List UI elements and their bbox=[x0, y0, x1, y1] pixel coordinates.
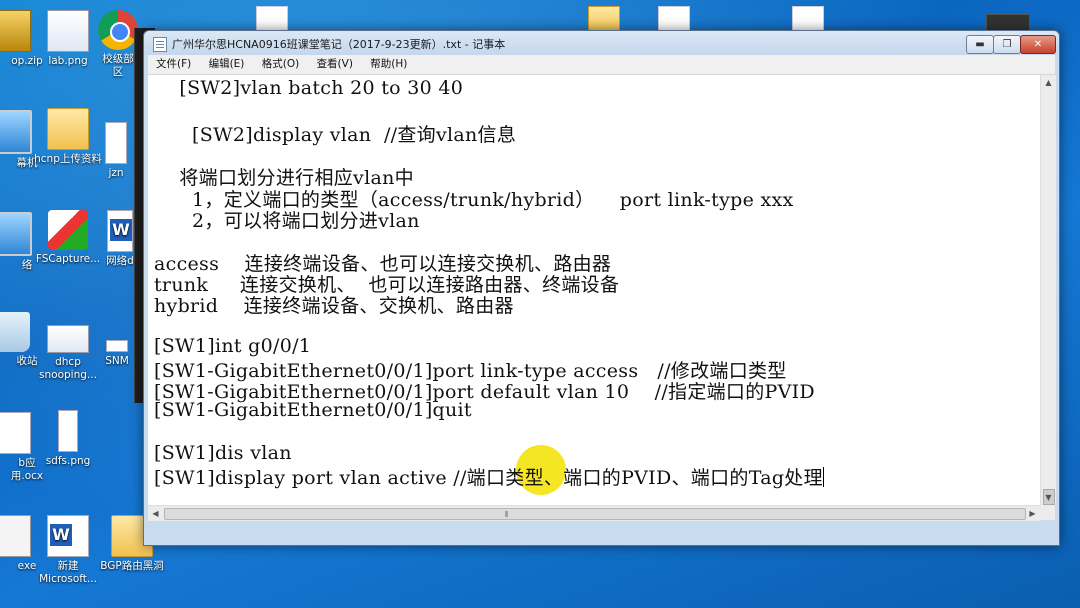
text-caret bbox=[822, 467, 824, 487]
exe-icon bbox=[0, 515, 31, 557]
window-title: 广州华尔思HCNA0916班课堂笔记（2017-9-23更新）.txt - 记事… bbox=[172, 38, 506, 51]
menu-format[interactable]: 格式(O) bbox=[256, 55, 305, 74]
word-icon bbox=[107, 210, 133, 252]
menu-help[interactable]: 帮助(H) bbox=[364, 55, 413, 74]
menu-view[interactable]: 查看(V) bbox=[311, 55, 359, 74]
folder-icon bbox=[47, 108, 89, 150]
horizontal-scrollbar[interactable]: ◀ ⦀ ▶ bbox=[148, 505, 1040, 521]
desktop-icon-snm[interactable]: SNM bbox=[100, 340, 134, 368]
word-icon bbox=[47, 515, 89, 557]
desktop-icon-dhcp[interactable]: dhcp snooping... bbox=[28, 325, 108, 382]
desktop-icon-jzn[interactable]: jzn bbox=[98, 122, 134, 180]
text-line: 2，可以将端口划分进vlan bbox=[154, 210, 420, 232]
text-line-with-caret: [SW1]display port vlan active //端口类型、端口的… bbox=[154, 463, 824, 490]
scroll-down-icon[interactable]: ▼ bbox=[1041, 490, 1056, 505]
menu-bar: 文件(F) 编辑(E) 格式(O) 查看(V) 帮助(H) bbox=[148, 55, 1055, 75]
text-line: [SW2]display vlan //查询vlan信息 bbox=[154, 124, 517, 146]
menu-edit[interactable]: 编辑(E) bbox=[203, 55, 251, 74]
menu-file[interactable]: 文件(F) bbox=[150, 55, 197, 74]
desktop-icon-chrome[interactable]: 校级部区 bbox=[98, 10, 138, 79]
image-icon bbox=[47, 10, 89, 52]
notepad-window[interactable]: 广州华尔思HCNA0916班课堂笔记（2017-9-23更新）.txt - 记事… bbox=[143, 30, 1060, 546]
minimize-button[interactable]: ▬ bbox=[966, 35, 994, 54]
title-bar[interactable]: 广州华尔思HCNA0916班课堂笔记（2017-9-23更新）.txt - 记事… bbox=[144, 31, 1059, 55]
desktop-icon-sdfs[interactable]: sdfs.png bbox=[28, 410, 108, 468]
text-line: hybrid 连接终端设备、交换机、路由器 bbox=[154, 295, 514, 317]
close-button[interactable]: ✕ bbox=[1020, 35, 1056, 54]
scroll-up-icon[interactable]: ▲ bbox=[1041, 75, 1056, 90]
image-icon bbox=[58, 410, 78, 452]
text-editor-area[interactable]: [SW2]vlan batch 20 to 30 40 [SW2]display… bbox=[148, 75, 1040, 505]
maximize-button[interactable]: ❐ bbox=[993, 35, 1021, 54]
fscapture-icon bbox=[48, 210, 88, 250]
document-icon bbox=[105, 122, 127, 164]
zip-icon bbox=[0, 10, 31, 52]
resize-grip[interactable] bbox=[1040, 505, 1055, 520]
desktop-icon-fscapture[interactable]: FSCapture... bbox=[28, 210, 108, 266]
scroll-left-icon[interactable]: ◀ bbox=[148, 506, 163, 521]
horizontal-scroll-thumb[interactable]: ⦀ bbox=[164, 508, 1026, 520]
desktop-icon-lab[interactable]: lab.png bbox=[28, 10, 108, 68]
desktop-icon-hcnp-folder[interactable]: hcnp上传资料 bbox=[28, 108, 108, 166]
grip-icon: ⦀ bbox=[505, 510, 509, 519]
text-line: [SW1]dis vlan bbox=[154, 442, 292, 464]
text-line: [SW1-GigabitEthernet0/0/1]quit bbox=[154, 399, 472, 421]
notepad-icon bbox=[153, 37, 167, 52]
text-line: [SW1]int g0/0/1 bbox=[154, 335, 312, 357]
text-line: [SW2]vlan batch 20 to 30 40 bbox=[154, 77, 464, 99]
chrome-icon bbox=[98, 10, 138, 50]
document-icon bbox=[0, 412, 31, 454]
text-line: [SW1]display port vlan active //端口类型、端口的… bbox=[154, 467, 823, 489]
vertical-scrollbar[interactable]: ▲ ▼ bbox=[1040, 75, 1056, 505]
scroll-right-icon[interactable]: ▶ bbox=[1025, 506, 1040, 521]
document-icon bbox=[106, 340, 128, 352]
image-icon bbox=[47, 325, 89, 353]
recycle-bin-icon bbox=[0, 312, 30, 352]
desktop-icon-word-partial[interactable]: 网络d bbox=[106, 210, 134, 268]
